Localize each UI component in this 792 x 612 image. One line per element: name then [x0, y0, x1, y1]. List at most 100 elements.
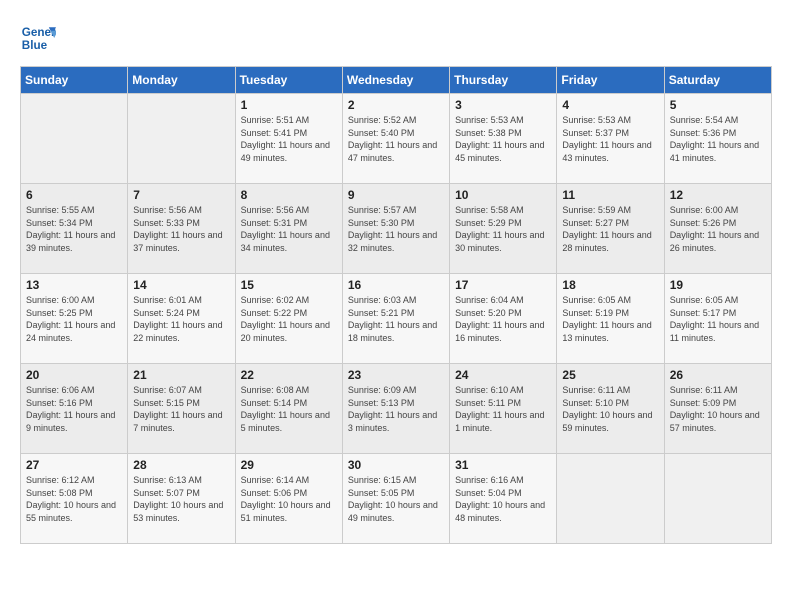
day-info: Sunrise: 5:58 AM Sunset: 5:29 PM Dayligh… — [455, 204, 551, 254]
calendar-cell: 8 Sunrise: 5:56 AM Sunset: 5:31 PM Daylig… — [235, 184, 342, 274]
calendar-cell: 7 Sunrise: 5:56 AM Sunset: 5:33 PM Daylig… — [128, 184, 235, 274]
calendar-cell: 24 Sunrise: 6:10 AM Sunset: 5:11 PM Dayli… — [450, 364, 557, 454]
calendar-cell: 16 Sunrise: 6:03 AM Sunset: 5:21 PM Dayli… — [342, 274, 449, 364]
calendar-cell: 26 Sunrise: 6:11 AM Sunset: 5:09 PM Dayli… — [664, 364, 771, 454]
calendar-cell: 12 Sunrise: 6:00 AM Sunset: 5:26 PM Dayli… — [664, 184, 771, 274]
calendar-cell: 23Sunrise: 6:09 AM Sunset: 5:13 PM Dayli… — [342, 364, 449, 454]
day-number: 27 — [26, 458, 122, 472]
calendar-cell: 3 Sunrise: 5:53 AM Sunset: 5:38 PM Daylig… — [450, 94, 557, 184]
page-header: General Blue — [20, 20, 772, 56]
day-number: 15 — [241, 278, 337, 292]
day-info: Sunrise: 6:07 AM Sunset: 5:15 PM Dayligh… — [133, 384, 229, 434]
svg-text:Blue: Blue — [22, 39, 48, 52]
day-number: 16 — [348, 278, 444, 292]
calendar-week-row: 27 Sunrise: 6:12 AM Sunset: 5:08 PM Dayli… — [21, 454, 772, 544]
calendar-header-tuesday: Tuesday — [235, 67, 342, 94]
calendar-cell: 15 Sunrise: 6:02 AM Sunset: 5:22 PM Dayli… — [235, 274, 342, 364]
day-info: Sunrise: 6:00 AM Sunset: 5:26 PM Dayligh… — [670, 204, 766, 254]
calendar-cell: 28 Sunrise: 6:13 AM Sunset: 5:07 PM Dayli… — [128, 454, 235, 544]
day-number: 10 — [455, 188, 551, 202]
calendar-cell: 10 Sunrise: 5:58 AM Sunset: 5:29 PM Dayli… — [450, 184, 557, 274]
day-number: 22 — [241, 368, 337, 382]
day-number: 9 — [348, 188, 444, 202]
day-info: Sunrise: 5:52 AM Sunset: 5:40 PM Dayligh… — [348, 114, 444, 164]
logo: General Blue — [20, 20, 60, 56]
day-info: Sunrise: 5:53 AM Sunset: 5:38 PM Dayligh… — [455, 114, 551, 164]
calendar-cell — [664, 454, 771, 544]
day-info: Sunrise: 6:06 AM Sunset: 5:16 PM Dayligh… — [26, 384, 122, 434]
calendar-cell — [128, 94, 235, 184]
day-info: Sunrise: 6:00 AM Sunset: 5:25 PM Dayligh… — [26, 294, 122, 344]
calendar-cell: 5Sunrise: 5:54 AM Sunset: 5:36 PM Daylig… — [664, 94, 771, 184]
day-info: Sunrise: 6:01 AM Sunset: 5:24 PM Dayligh… — [133, 294, 229, 344]
calendar-cell: 30 Sunrise: 6:15 AM Sunset: 5:05 PM Dayli… — [342, 454, 449, 544]
calendar-cell — [557, 454, 664, 544]
day-number: 20 — [26, 368, 122, 382]
calendar-header-friday: Friday — [557, 67, 664, 94]
day-number: 21 — [133, 368, 229, 382]
day-number: 3 — [455, 98, 551, 112]
calendar-week-row: 1 Sunrise: 5:51 AM Sunset: 5:41 PM Daylig… — [21, 94, 772, 184]
day-info: Sunrise: 6:03 AM Sunset: 5:21 PM Dayligh… — [348, 294, 444, 344]
day-info: Sunrise: 6:05 AM Sunset: 5:17 PM Dayligh… — [670, 294, 766, 344]
calendar-cell: 22 Sunrise: 6:08 AM Sunset: 5:14 PM Dayli… — [235, 364, 342, 454]
calendar-cell: 18 Sunrise: 6:05 AM Sunset: 5:19 PM Dayli… — [557, 274, 664, 364]
day-number: 19 — [670, 278, 766, 292]
calendar-cell: 1 Sunrise: 5:51 AM Sunset: 5:41 PM Daylig… — [235, 94, 342, 184]
day-info: Sunrise: 5:55 AM Sunset: 5:34 PM Dayligh… — [26, 204, 122, 254]
day-info: Sunrise: 6:04 AM Sunset: 5:20 PM Dayligh… — [455, 294, 551, 344]
day-info: Sunrise: 6:15 AM Sunset: 5:05 PM Dayligh… — [348, 474, 444, 524]
day-info: Sunrise: 6:09 AM Sunset: 5:13 PM Dayligh… — [348, 384, 444, 434]
day-info: Sunrise: 6:11 AM Sunset: 5:09 PM Dayligh… — [670, 384, 766, 434]
day-number: 1 — [241, 98, 337, 112]
day-info: Sunrise: 5:54 AM Sunset: 5:36 PM Dayligh… — [670, 114, 766, 164]
day-number: 17 — [455, 278, 551, 292]
calendar-cell: 29 Sunrise: 6:14 AM Sunset: 5:06 PM Dayli… — [235, 454, 342, 544]
day-number: 2 — [348, 98, 444, 112]
calendar-header-saturday: Saturday — [664, 67, 771, 94]
calendar-header-sunday: Sunday — [21, 67, 128, 94]
calendar-week-row: 13Sunrise: 6:00 AM Sunset: 5:25 PM Dayli… — [21, 274, 772, 364]
day-info: Sunrise: 6:10 AM Sunset: 5:11 PM Dayligh… — [455, 384, 551, 434]
day-info: Sunrise: 6:12 AM Sunset: 5:08 PM Dayligh… — [26, 474, 122, 524]
day-info: Sunrise: 6:13 AM Sunset: 5:07 PM Dayligh… — [133, 474, 229, 524]
calendar-header-monday: Monday — [128, 67, 235, 94]
calendar-cell: 31 Sunrise: 6:16 AM Sunset: 5:04 PM Dayli… — [450, 454, 557, 544]
day-number: 26 — [670, 368, 766, 382]
day-number: 29 — [241, 458, 337, 472]
day-info: Sunrise: 5:56 AM Sunset: 5:31 PM Dayligh… — [241, 204, 337, 254]
day-info: Sunrise: 5:53 AM Sunset: 5:37 PM Dayligh… — [562, 114, 658, 164]
day-number: 25 — [562, 368, 658, 382]
day-number: 31 — [455, 458, 551, 472]
day-number: 8 — [241, 188, 337, 202]
calendar-header-wednesday: Wednesday — [342, 67, 449, 94]
day-number: 14 — [133, 278, 229, 292]
calendar-cell: 27 Sunrise: 6:12 AM Sunset: 5:08 PM Dayli… — [21, 454, 128, 544]
calendar-table: SundayMondayTuesdayWednesdayThursdayFrid… — [20, 66, 772, 544]
day-info: Sunrise: 6:14 AM Sunset: 5:06 PM Dayligh… — [241, 474, 337, 524]
day-number: 7 — [133, 188, 229, 202]
day-number: 30 — [348, 458, 444, 472]
calendar-cell: 17 Sunrise: 6:04 AM Sunset: 5:20 PM Dayli… — [450, 274, 557, 364]
calendar-cell: 6 Sunrise: 5:55 AM Sunset: 5:34 PM Daylig… — [21, 184, 128, 274]
day-info: Sunrise: 6:08 AM Sunset: 5:14 PM Dayligh… — [241, 384, 337, 434]
day-number: 28 — [133, 458, 229, 472]
calendar-cell: 13Sunrise: 6:00 AM Sunset: 5:25 PM Dayli… — [21, 274, 128, 364]
calendar-cell: 20 Sunrise: 6:06 AM Sunset: 5:16 PM Dayli… — [21, 364, 128, 454]
calendar-cell: 2 Sunrise: 5:52 AM Sunset: 5:40 PM Daylig… — [342, 94, 449, 184]
day-info: Sunrise: 6:16 AM Sunset: 5:04 PM Dayligh… — [455, 474, 551, 524]
day-info: Sunrise: 6:05 AM Sunset: 5:19 PM Dayligh… — [562, 294, 658, 344]
day-info: Sunrise: 5:57 AM Sunset: 5:30 PM Dayligh… — [348, 204, 444, 254]
calendar-week-row: 6 Sunrise: 5:55 AM Sunset: 5:34 PM Daylig… — [21, 184, 772, 274]
day-number: 6 — [26, 188, 122, 202]
day-number: 18 — [562, 278, 658, 292]
day-info: Sunrise: 6:11 AM Sunset: 5:10 PM Dayligh… — [562, 384, 658, 434]
calendar-cell: 14 Sunrise: 6:01 AM Sunset: 5:24 PM Dayli… — [128, 274, 235, 364]
day-number: 12 — [670, 188, 766, 202]
day-info: Sunrise: 5:56 AM Sunset: 5:33 PM Dayligh… — [133, 204, 229, 254]
day-info: Sunrise: 5:51 AM Sunset: 5:41 PM Dayligh… — [241, 114, 337, 164]
day-number: 24 — [455, 368, 551, 382]
day-info: Sunrise: 5:59 AM Sunset: 5:27 PM Dayligh… — [562, 204, 658, 254]
day-info: Sunrise: 6:02 AM Sunset: 5:22 PM Dayligh… — [241, 294, 337, 344]
day-number: 11 — [562, 188, 658, 202]
